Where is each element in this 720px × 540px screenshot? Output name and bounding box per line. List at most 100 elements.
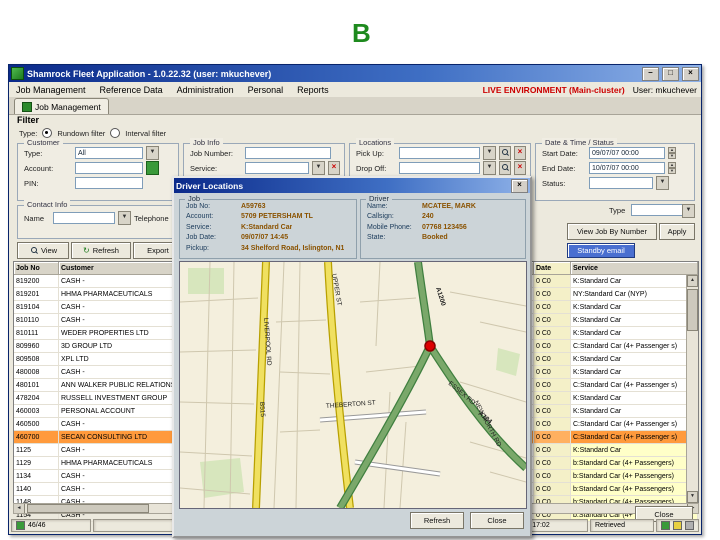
clear-dropoff-icon[interactable]: × bbox=[514, 161, 526, 175]
cell-customer: CASH - bbox=[59, 470, 184, 482]
radio-rundown-filter[interactable] bbox=[42, 128, 53, 138]
scroll-down-icon[interactable]: ▼ bbox=[687, 491, 698, 503]
driver-marker-icon bbox=[424, 340, 436, 352]
account-input[interactable] bbox=[75, 162, 143, 174]
cell-date: 0 C0 bbox=[534, 444, 571, 456]
cell-service: K:Standard Car bbox=[571, 366, 698, 378]
customer-type-select[interactable]: All bbox=[75, 147, 143, 159]
cell-customer: HHMA PHARMACEUTICALS bbox=[59, 457, 184, 469]
job-field: Pickup: 34 Shelford Road, Islington, N1 bbox=[186, 244, 353, 253]
status-state: Retrieved bbox=[590, 519, 654, 532]
close-dialog-icon[interactable]: × bbox=[511, 178, 528, 193]
status-select[interactable] bbox=[589, 177, 653, 189]
menu-job-management[interactable]: Job Management bbox=[9, 84, 93, 96]
view-button[interactable]: View bbox=[17, 242, 69, 259]
menu-reports[interactable]: Reports bbox=[290, 84, 336, 96]
dropoff-input[interactable] bbox=[399, 162, 480, 174]
status-indicators bbox=[656, 519, 699, 532]
customer-type-label: Type: bbox=[24, 148, 43, 158]
contact-name-select[interactable] bbox=[53, 212, 115, 224]
cell-date: 0 C0 bbox=[534, 392, 571, 404]
clear-service-icon[interactable]: × bbox=[328, 161, 340, 175]
job-group-legend: Job bbox=[185, 194, 204, 203]
pickup-input[interactable] bbox=[399, 147, 480, 159]
header-customer[interactable]: Customer bbox=[59, 262, 184, 275]
type2-select[interactable] bbox=[631, 204, 685, 216]
grid-vertical-scrollbar[interactable]: ▲ ▼ bbox=[686, 275, 698, 503]
standby-email-button[interactable]: Standby email bbox=[567, 243, 635, 258]
search-icon[interactable] bbox=[499, 161, 511, 175]
cell-customer: CASH - bbox=[59, 275, 184, 287]
cell-job-no: 819200 bbox=[14, 275, 59, 287]
view-job-by-number-button[interactable]: View Job By Number bbox=[567, 223, 657, 240]
refresh-button[interactable]: ↻ Refresh bbox=[71, 242, 131, 259]
dialog-titlebar: Driver Locations × bbox=[174, 178, 530, 193]
cell-service: K:Standard Car bbox=[571, 444, 698, 456]
refresh-button-label: Refresh bbox=[92, 246, 119, 255]
cell-customer: XPL LTD bbox=[59, 353, 184, 365]
window-titlebar: Shamrock Fleet Application - 1.0.22.32 (… bbox=[9, 65, 701, 82]
chevron-down-icon[interactable]: ▼ bbox=[312, 161, 325, 175]
menu-administration[interactable]: Administration bbox=[170, 84, 241, 96]
chevron-down-icon[interactable]: ▼ bbox=[483, 161, 496, 175]
search-icon[interactable] bbox=[499, 146, 511, 160]
driver-map[interactable]: UPPER ST LIVERPOOL RD B515 ESSEX RD A104… bbox=[179, 261, 527, 509]
status-label: Status: bbox=[542, 178, 566, 188]
job-number-input[interactable] bbox=[245, 147, 331, 159]
start-date-input[interactable]: 09/07/07 00:00 bbox=[589, 147, 665, 159]
job-field-value: A59763 bbox=[241, 202, 266, 210]
service-select[interactable] bbox=[245, 162, 309, 174]
menu-personal[interactable]: Personal bbox=[241, 84, 291, 96]
apply-button[interactable]: Apply bbox=[659, 223, 695, 240]
header-service[interactable]: Service bbox=[571, 262, 698, 275]
driver-field-label: Mobile Phone: bbox=[367, 223, 412, 231]
minimize-button[interactable]: – bbox=[642, 66, 659, 81]
cell-date: 0 C0 bbox=[534, 431, 571, 443]
scroll-up-icon[interactable]: ▲ bbox=[687, 275, 698, 287]
job-field-value: K:Standard Car bbox=[241, 223, 293, 231]
scroll-thumb[interactable] bbox=[687, 289, 698, 331]
filter-type-label: Type: bbox=[19, 128, 38, 138]
cell-job-no: 1140 bbox=[14, 483, 59, 495]
maximize-button[interactable]: □ bbox=[662, 66, 679, 81]
chevron-down-icon[interactable]: ▼ bbox=[656, 176, 669, 190]
cell-job-no: 809508 bbox=[14, 353, 59, 365]
scroll-left-icon[interactable]: ◄ bbox=[14, 504, 25, 513]
tabstrip: Job Management bbox=[9, 97, 701, 115]
type2-label: Type bbox=[609, 206, 626, 215]
chevron-down-icon[interactable]: ▼ bbox=[118, 211, 131, 225]
account-lookup-button[interactable] bbox=[146, 161, 159, 175]
driver-field-label: Callsign: bbox=[367, 213, 394, 220]
close-window-button[interactable]: × bbox=[682, 66, 699, 81]
cell-service: K:Standard Car bbox=[571, 405, 698, 417]
search-icon bbox=[29, 245, 38, 257]
scroll-thumb[interactable] bbox=[27, 504, 149, 513]
cell-service: K:Standard Car bbox=[571, 314, 698, 326]
end-date-input[interactable]: 10/07/07 00:00 bbox=[589, 162, 665, 174]
end-date-stepper[interactable]: ▲ ▼ bbox=[668, 162, 676, 174]
cell-service: b:Standard Car (4+ Passengers) bbox=[571, 457, 698, 469]
start-date-stepper[interactable]: ▲ ▼ bbox=[668, 147, 676, 159]
tab-job-management[interactable]: Job Management bbox=[14, 98, 109, 114]
cell-customer: CASH - bbox=[59, 444, 184, 456]
menu-reference-data[interactable]: Reference Data bbox=[93, 84, 170, 96]
end-date-label: End Date: bbox=[542, 163, 576, 173]
pickup-label: Pick Up: bbox=[356, 148, 384, 158]
header-job-no[interactable]: Job No bbox=[14, 262, 59, 275]
chevron-down-icon[interactable]: ▼ bbox=[483, 146, 496, 160]
driver-group-legend: Driver bbox=[366, 194, 392, 203]
scroll-track bbox=[687, 331, 698, 491]
clear-pickup-icon[interactable]: × bbox=[514, 146, 526, 160]
status-count-text: 46/46 bbox=[28, 522, 46, 529]
cell-date: 0 C0 bbox=[534, 353, 571, 365]
dialog-close-button[interactable]: Close bbox=[470, 512, 524, 529]
chevron-down-icon[interactable]: ▼ bbox=[682, 204, 695, 218]
chevron-down-icon[interactable]: ▼ bbox=[146, 146, 159, 160]
cell-service: K:Standard Car bbox=[571, 301, 698, 313]
cell-service: C:Standard Car (4+ Passenger s) bbox=[571, 379, 698, 391]
cell-job-no: 478204 bbox=[14, 392, 59, 404]
pin-input[interactable] bbox=[75, 177, 143, 189]
dialog-refresh-button[interactable]: Refresh bbox=[410, 512, 464, 529]
radio-interval-filter[interactable] bbox=[110, 128, 121, 138]
header-date[interactable]: Date bbox=[534, 262, 571, 275]
